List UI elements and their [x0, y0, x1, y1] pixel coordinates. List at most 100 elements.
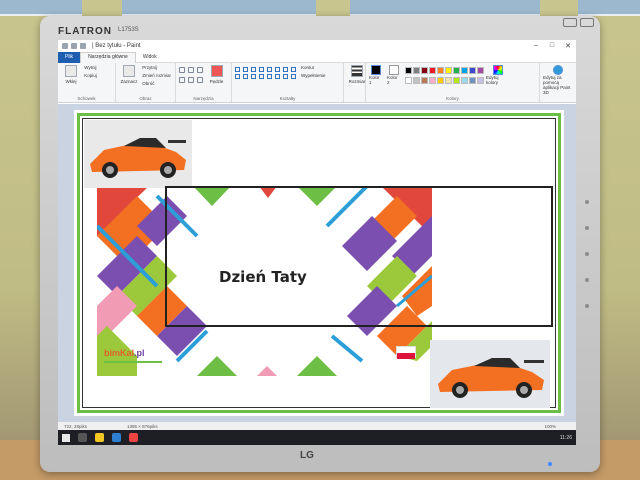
paint-taskbar-icon[interactable]: [129, 433, 138, 442]
select-button[interactable]: Zaznacz: [119, 65, 139, 84]
palette-color-swatch[interactable]: [469, 76, 476, 84]
maximize-icon[interactable]: □: [544, 42, 560, 50]
rotate-button[interactable]: Obróć: [142, 81, 171, 86]
color2-selector[interactable]: Kolor 2: [387, 65, 401, 85]
windows-start-icon[interactable]: [62, 433, 70, 442]
right-triangle-shape-icon[interactable]: [291, 67, 296, 72]
paste-button[interactable]: Wklej: [61, 65, 81, 84]
group-label: Kolory: [446, 96, 459, 101]
select-label: Zaznacz: [120, 79, 138, 84]
right-button[interactable]: [585, 252, 589, 256]
group-size: Rozmiar: [344, 63, 366, 102]
hexagon-shape-icon[interactable]: [251, 74, 256, 79]
arrow-right-shape-icon[interactable]: [259, 74, 264, 79]
tab-view[interactable]: Widok: [136, 54, 164, 60]
palette-color-swatch[interactable]: [469, 67, 476, 74]
car-rim: [164, 166, 172, 174]
crop-button[interactable]: Przytnij: [142, 65, 171, 70]
pentagon-shape-icon[interactable]: [243, 74, 248, 79]
paint-titlebar: | Bez tytułu - Paint – □ ✕: [58, 40, 576, 52]
clipboard-actions: Wytnij Kopiuj: [84, 65, 97, 78]
redo-icon[interactable]: [80, 43, 86, 49]
canvas-area[interactable]: Dzień Taty bimKal.pl: [58, 104, 576, 422]
selection-rectangle[interactable]: [165, 186, 553, 327]
palette-color-swatch[interactable]: [413, 67, 420, 74]
menu-button[interactable]: [585, 200, 589, 204]
palette-color-swatch[interactable]: [429, 76, 436, 84]
resize-button[interactable]: Zmień rozmiar: [142, 73, 171, 78]
triangle-shape-icon[interactable]: [283, 67, 288, 72]
paste-label: Wklej: [65, 79, 77, 84]
tab-home[interactable]: Narzędzia główne: [80, 51, 136, 63]
search-icon[interactable]: [78, 433, 87, 442]
paint3d-button[interactable]: Edytuj za pomocą aplikacji Paint 3D: [543, 65, 573, 95]
magnifier-icon[interactable]: [197, 76, 203, 83]
palette-color-swatch[interactable]: [437, 76, 444, 84]
brush-icon: [210, 65, 223, 77]
left-button[interactable]: [585, 226, 589, 230]
car-spoiler: [524, 360, 544, 363]
brushes-label: Pędzle: [209, 79, 224, 84]
monitor-side-buttons[interactable]: [585, 200, 589, 308]
fill-icon[interactable]: [188, 67, 194, 73]
car-spoiler: [168, 140, 186, 143]
brushes-button[interactable]: Pędzle: [207, 65, 226, 84]
arrow-down-shape-icon[interactable]: [283, 74, 288, 79]
color1-selector[interactable]: Kolor 1: [369, 65, 383, 85]
rounded-rect-shape-icon[interactable]: [267, 67, 272, 72]
monitor-badges: [563, 18, 594, 27]
zoom-level: 100%: [544, 423, 556, 429]
outline-dropdown[interactable]: Kontur: [301, 65, 325, 70]
taskbar-clock[interactable]: 11:26: [560, 435, 572, 441]
group-shapes: Kontur Wypełnienie Kształty: [232, 63, 344, 102]
close-icon[interactable]: ✕: [560, 42, 576, 50]
cut-button[interactable]: Wytnij: [84, 65, 97, 70]
star-shape-icon[interactable]: [291, 74, 296, 79]
palette-color-swatch[interactable]: [453, 76, 460, 84]
group-label: Schowek: [77, 96, 96, 101]
palette-color-swatch[interactable]: [461, 67, 468, 74]
color-picker-icon[interactable]: [188, 76, 194, 83]
eraser-icon[interactable]: [179, 76, 185, 83]
group-tools: Pędzle Narzędzia: [176, 63, 232, 102]
arrow-up-shape-icon[interactable]: [275, 74, 280, 79]
text-icon[interactable]: [197, 67, 203, 73]
curve-shape-icon[interactable]: [243, 67, 248, 72]
palette-color-swatch[interactable]: [477, 76, 484, 84]
copy-button[interactable]: Kopiuj: [84, 73, 97, 78]
palette-color-swatch[interactable]: [437, 67, 444, 74]
minimize-icon[interactable]: –: [528, 42, 544, 50]
pencil-icon[interactable]: [179, 67, 185, 73]
palette-color-swatch[interactable]: [453, 67, 460, 74]
file-explorer-icon[interactable]: [95, 433, 104, 442]
palette-color-swatch[interactable]: [421, 76, 428, 84]
rectangle-shape-icon[interactable]: [259, 67, 264, 72]
palette-color-swatch[interactable]: [405, 67, 412, 74]
polygon-shape-icon[interactable]: [275, 67, 280, 72]
line-shape-icon[interactable]: [235, 67, 240, 72]
power-button[interactable]: [585, 304, 589, 308]
palette-color-swatch[interactable]: [421, 67, 428, 74]
palette-color-swatch[interactable]: [445, 67, 452, 74]
edge-icon[interactable]: [112, 433, 121, 442]
edit-colors-button[interactable]: Edytuj kolory: [486, 65, 510, 85]
palette-color-swatch[interactable]: [461, 76, 468, 84]
palette-color-swatch[interactable]: [445, 76, 452, 84]
palette-color-swatch[interactable]: [429, 67, 436, 74]
group-colors: Kolor 1 Kolor 2 Edytuj kolory Kolory: [366, 63, 540, 102]
palette-color-swatch[interactable]: [413, 76, 420, 84]
undo-icon[interactable]: [71, 43, 77, 49]
save-icon[interactable]: [62, 43, 68, 49]
mosaic-triangle: [197, 356, 237, 376]
size-button[interactable]: Rozmiar: [347, 65, 367, 84]
oval-shape-icon[interactable]: [251, 67, 256, 72]
palette-color-swatch[interactable]: [477, 67, 484, 74]
tab-file[interactable]: Plik: [58, 51, 81, 63]
auto-button[interactable]: [585, 278, 589, 282]
palette-color-swatch[interactable]: [405, 76, 412, 84]
select-icon: [123, 65, 135, 77]
drawing-canvas[interactable]: Dzień Taty bimKal.pl: [74, 110, 564, 416]
fill-dropdown[interactable]: Wypełnienie: [301, 73, 325, 78]
diamond-shape-icon[interactable]: [235, 74, 240, 79]
arrow-left-shape-icon[interactable]: [267, 74, 272, 79]
